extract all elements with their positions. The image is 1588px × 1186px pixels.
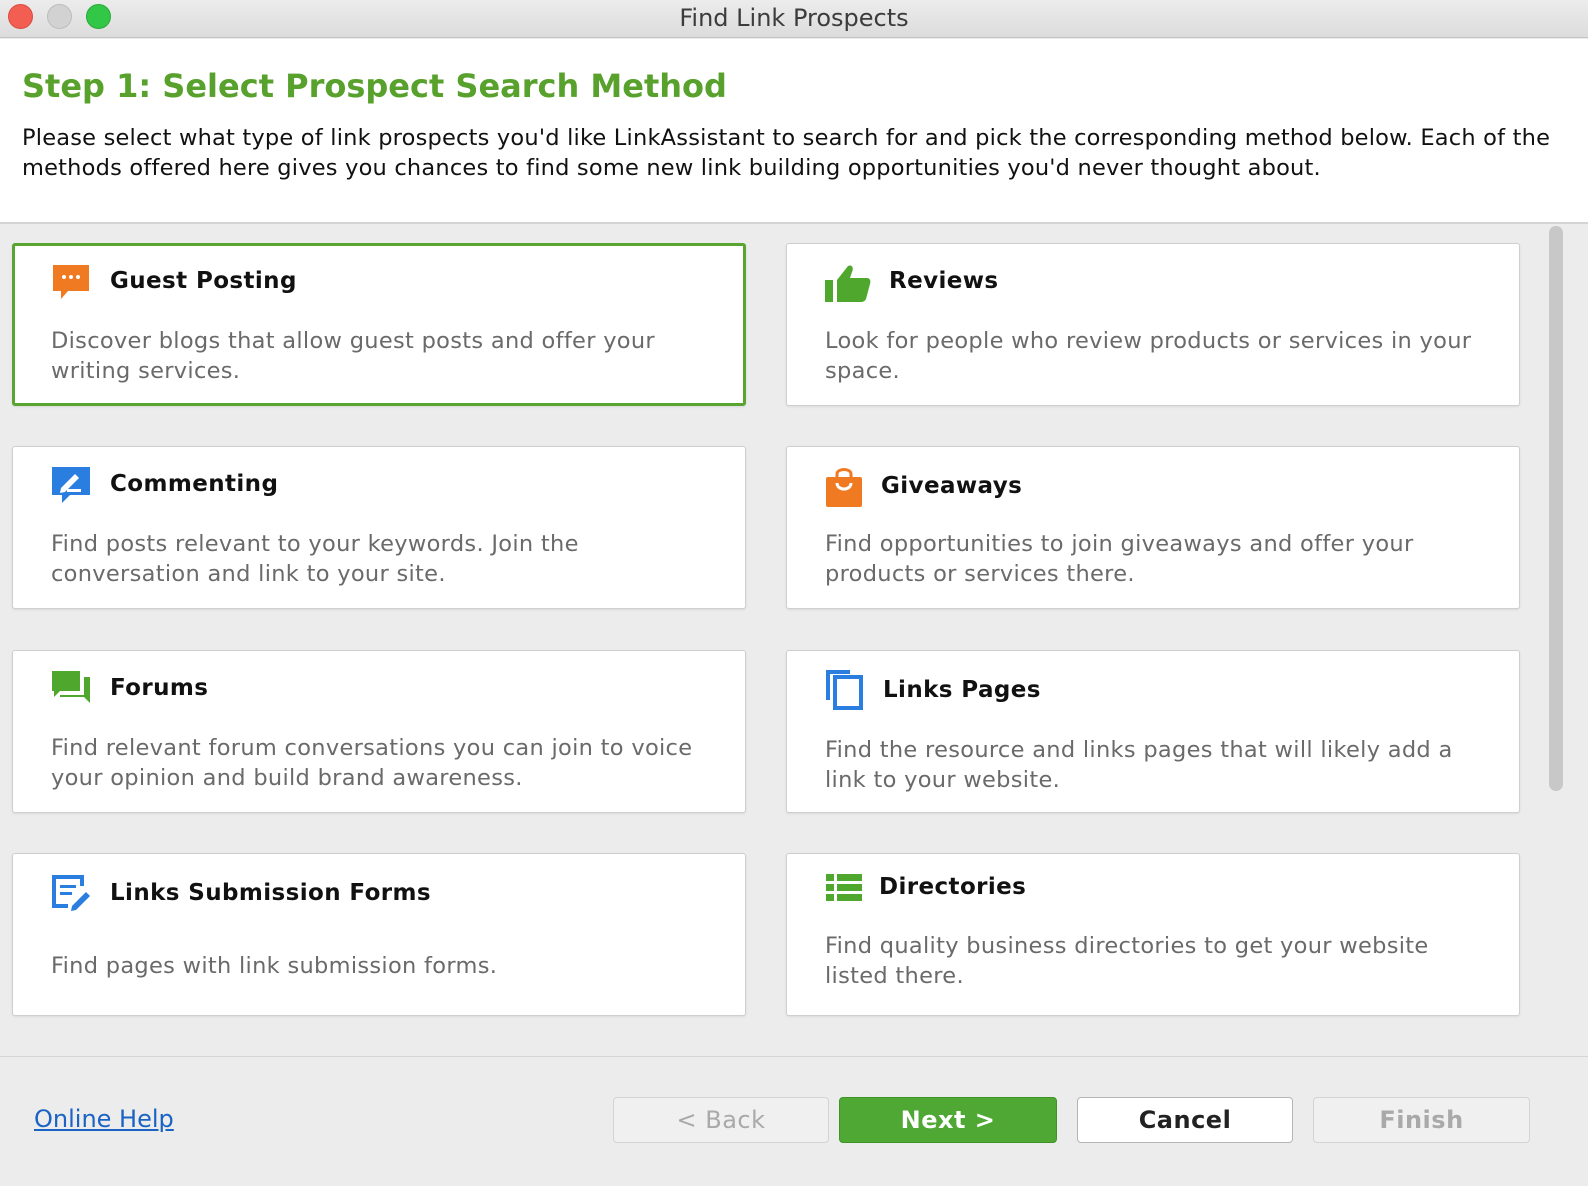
step-title: Step 1: Select Prospect Search Method bbox=[22, 67, 727, 105]
method-card-links-submission-forms[interactable]: Links Submission Forms Find pages with l… bbox=[12, 853, 746, 1016]
step-description: Please select what type of link prospect… bbox=[22, 125, 1551, 181]
methods-panel: Guest Posting Discover blogs that allow … bbox=[0, 226, 1588, 1070]
method-title: Directories bbox=[879, 874, 1027, 900]
online-help-link[interactable]: Online Help bbox=[34, 1105, 174, 1133]
method-title: Forums bbox=[110, 675, 209, 701]
next-button[interactable]: Next > bbox=[839, 1097, 1057, 1143]
method-card-forums[interactable]: Forums Find relevant forum conversations… bbox=[12, 650, 746, 813]
method-description: Discover blogs that allow guest posts an… bbox=[51, 328, 655, 384]
method-title: Links Submission Forms bbox=[110, 880, 431, 906]
thumbs-up-icon bbox=[825, 265, 871, 302]
forum-bubbles-icon bbox=[52, 671, 90, 703]
window-title: Find Link Prospects bbox=[679, 4, 909, 32]
cancel-button[interactable]: Cancel bbox=[1077, 1097, 1293, 1143]
method-title: Giveaways bbox=[881, 473, 1023, 499]
dialog-footer: Online Help < Back Next > Cancel Finish bbox=[0, 1056, 1588, 1186]
method-description: Find relevant forum conversations you ca… bbox=[51, 735, 693, 791]
comment-pencil-icon bbox=[52, 467, 90, 503]
shopping-bag-icon bbox=[826, 468, 862, 507]
copy-pages-icon bbox=[826, 670, 863, 710]
step-header: Step 1: Select Prospect Search Method Pl… bbox=[0, 39, 1588, 224]
method-card-commenting[interactable]: Commenting Find posts relevant to your k… bbox=[12, 446, 746, 609]
method-description: Find pages with link submission forms. bbox=[51, 953, 498, 979]
method-card-directories[interactable]: Directories Find quality business direct… bbox=[786, 853, 1520, 1016]
method-description: Look for people who review products or s… bbox=[825, 328, 1472, 384]
speech-bubble-icon bbox=[53, 265, 89, 299]
method-description: Find quality business directories to get… bbox=[825, 933, 1429, 989]
form-edit-icon bbox=[52, 875, 90, 911]
method-description: Find posts relevant to your keywords. Jo… bbox=[51, 531, 579, 587]
list-icon bbox=[826, 874, 862, 901]
method-title: Links Pages bbox=[883, 677, 1041, 703]
back-button[interactable]: < Back bbox=[613, 1097, 829, 1143]
method-description: Find opportunities to join giveaways and… bbox=[825, 531, 1414, 587]
method-title: Commenting bbox=[110, 471, 279, 497]
finish-button[interactable]: Finish bbox=[1313, 1097, 1530, 1143]
method-description: Find the resource and links pages that w… bbox=[825, 737, 1453, 793]
method-title: Guest Posting bbox=[110, 268, 297, 294]
scrollbar-thumb[interactable] bbox=[1549, 226, 1563, 791]
method-card-reviews[interactable]: Reviews Look for people who review produ… bbox=[786, 243, 1520, 406]
method-title: Reviews bbox=[889, 268, 999, 294]
method-card-links-pages[interactable]: Links Pages Find the resource and links … bbox=[786, 650, 1520, 813]
method-card-giveaways[interactable]: Giveaways Find opportunities to join giv… bbox=[786, 446, 1520, 609]
title-bar: Find Link Prospects bbox=[0, 0, 1588, 38]
method-card-guest-posting[interactable]: Guest Posting Discover blogs that allow … bbox=[12, 243, 746, 406]
